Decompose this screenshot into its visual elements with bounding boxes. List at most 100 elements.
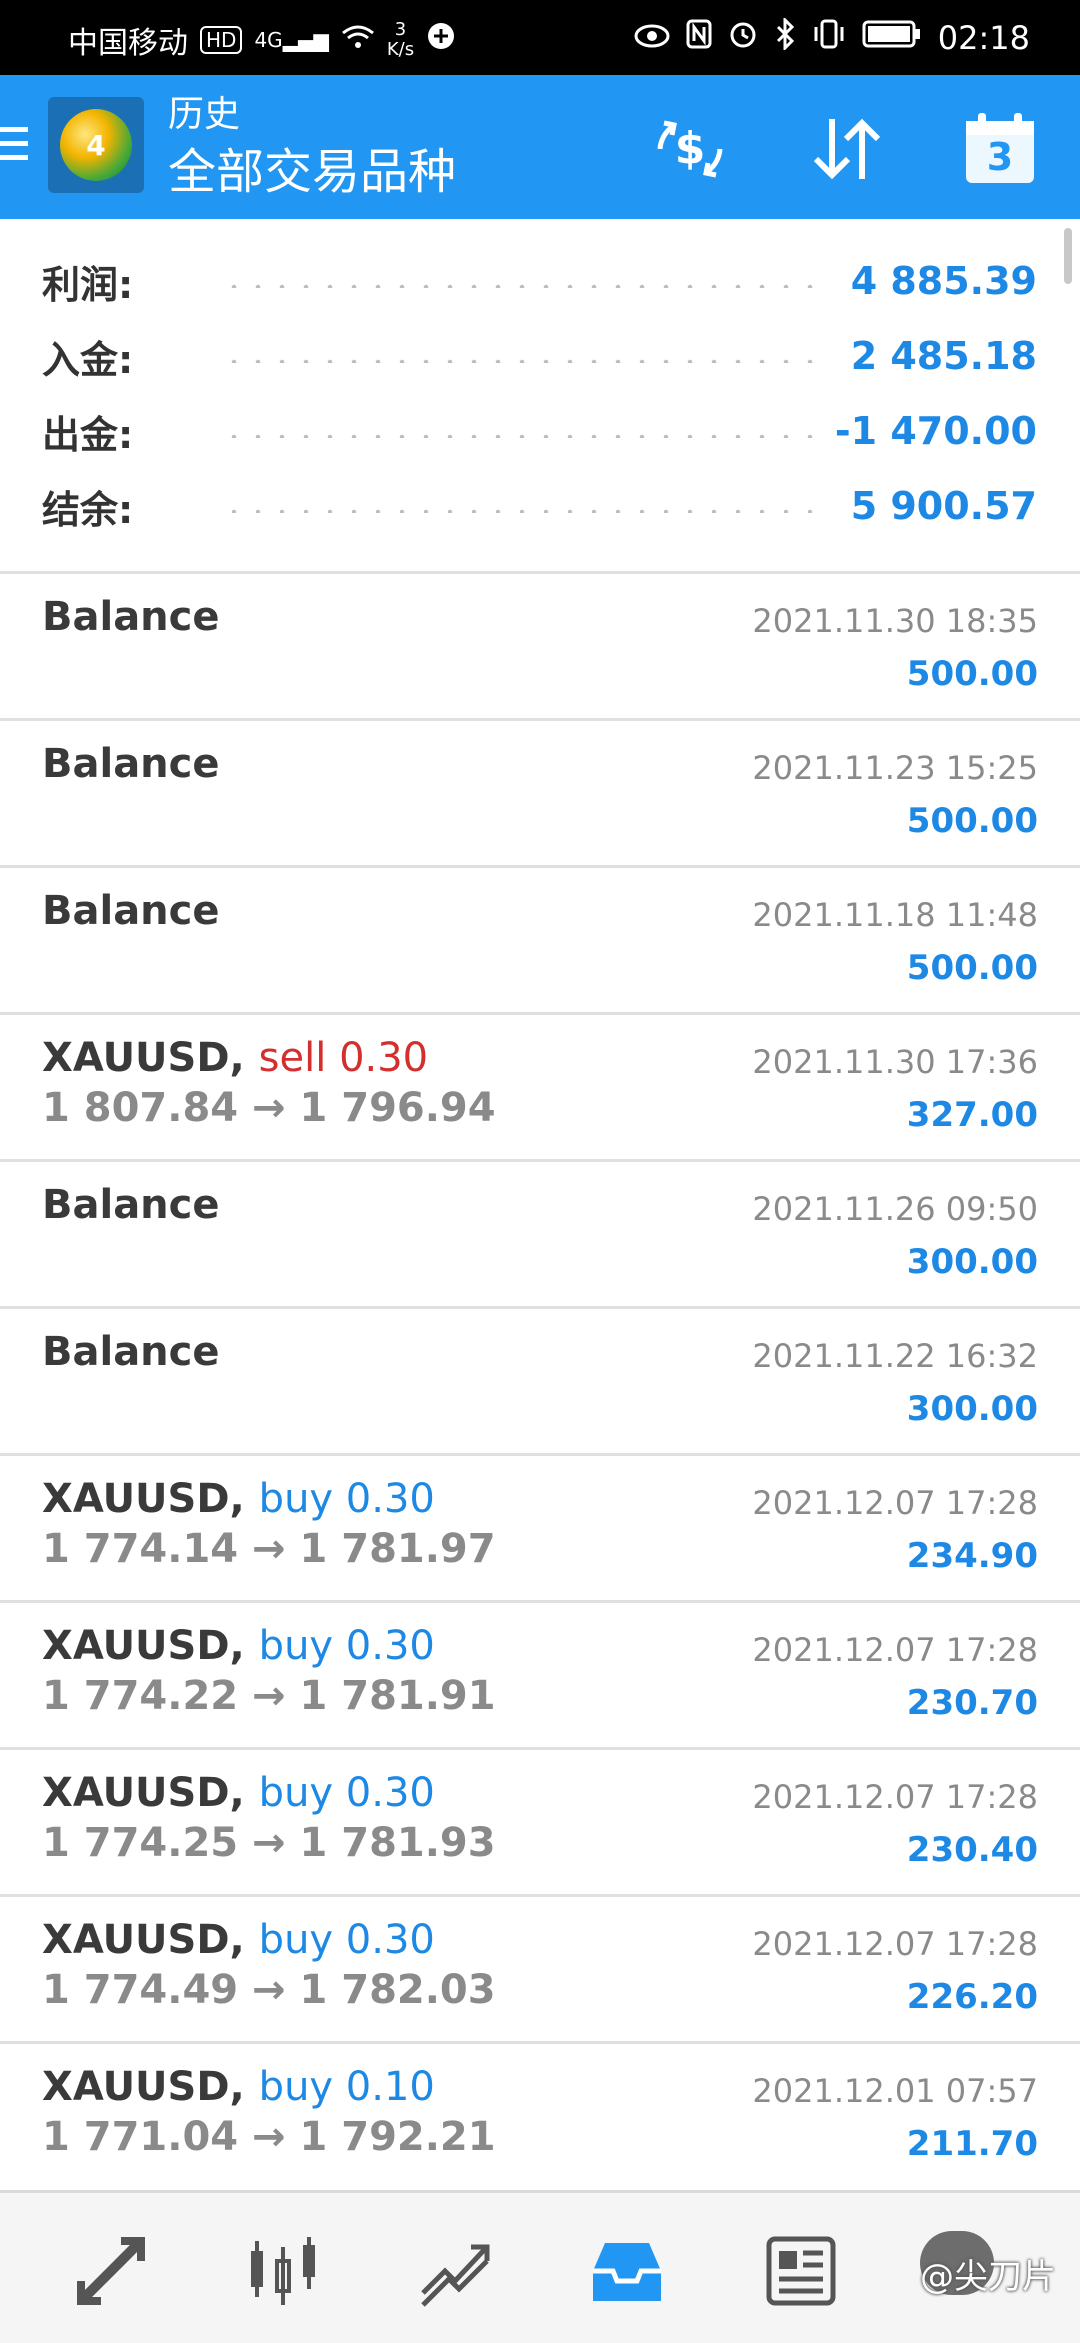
- deal-amount: 500.00: [906, 654, 1038, 694]
- bluetooth-icon: [774, 16, 796, 58]
- nav-trade[interactable]: [410, 2231, 500, 2311]
- deal-date: 2021.11.18 11:48: [752, 896, 1038, 934]
- deal-amount: 327.00: [906, 1095, 1038, 1135]
- deal-symbol: Balance: [42, 1329, 220, 1375]
- page-title: 历史: [168, 94, 241, 135]
- eye-icon: [634, 21, 670, 56]
- status-bar: 中国移动 HD 4G▂▄▆ 3 K/s 02:18: [0, 0, 1080, 75]
- deal-prices: 1 774.49 → 1 782.03: [42, 1967, 496, 2013]
- deal-amount: 230.40: [906, 1830, 1038, 1870]
- wifi-icon: [341, 23, 375, 58]
- deal-date: 2021.11.26 09:50: [752, 1190, 1038, 1228]
- nfc-icon: [686, 19, 712, 57]
- history-icon: [593, 2243, 661, 2301]
- nav-history[interactable]: [582, 2231, 672, 2311]
- nav-quotes[interactable]: [66, 2231, 156, 2311]
- deal-side: buy 0.30: [258, 1917, 435, 1963]
- deal-row[interactable]: XAUUSD, buy 0.30 1 774.49 → 1 782.03 202…: [0, 1894, 1080, 2041]
- deal-amount: 300.00: [906, 1389, 1038, 1429]
- dotted-leader: [222, 434, 815, 438]
- summary-value: 4 885.39: [850, 259, 1037, 303]
- deal-side: buy 0.30: [258, 1623, 435, 1669]
- summary-row-deposit: 入金: 2 485.18: [42, 326, 1037, 386]
- dotted-leader: [222, 284, 831, 288]
- deal-symbol: Balance: [42, 1182, 220, 1228]
- deal-symbol: XAUUSD,: [42, 1035, 245, 1081]
- deal-row[interactable]: XAUUSD, sell 0.30 1 807.84 → 1 796.94 20…: [0, 1012, 1080, 1159]
- scrollbar[interactable]: [1064, 228, 1072, 284]
- deal-row[interactable]: Balance 2021.11.26 09:50 300.00: [0, 1159, 1080, 1306]
- signal-icon: 4G▂▄▆: [254, 28, 329, 52]
- deal-side: sell 0.30: [258, 1035, 429, 1081]
- dotted-leader: [222, 509, 831, 513]
- network-speed: 3 K/s: [387, 20, 414, 60]
- speed-value: 3: [394, 19, 407, 40]
- deal-row[interactable]: Balance 2021.11.30 18:35 500.00: [0, 571, 1080, 718]
- deal-amount: 226.20: [906, 1977, 1038, 2017]
- currency-exchange-icon: $: [657, 120, 723, 178]
- summary-label: 出金:: [42, 412, 134, 457]
- summary-value: 5 900.57: [850, 484, 1037, 528]
- deal-prices: 1 774.25 → 1 781.93: [42, 1820, 496, 1866]
- deal-symbol: Balance: [42, 741, 220, 787]
- deal-symbol: XAUUSD,: [42, 1770, 245, 1816]
- nav-news[interactable]: [756, 2231, 846, 2311]
- deal-title: Balance: [42, 888, 220, 934]
- deal-symbol: XAUUSD,: [42, 2064, 245, 2110]
- symbol-filter[interactable]: 全部交易品种: [168, 143, 456, 201]
- deal-symbol: XAUUSD,: [42, 1623, 245, 1669]
- deal-date: 2021.12.01 07:57: [752, 2072, 1038, 2110]
- deal-symbol: Balance: [42, 888, 220, 934]
- deal-symbol: Balance: [42, 594, 220, 640]
- chart-icon: [251, 2237, 315, 2305]
- calendar-button[interactable]: 3: [960, 109, 1040, 189]
- deal-date: 2021.11.22 16:32: [752, 1337, 1038, 1375]
- hamburger-menu-icon[interactable]: [0, 127, 28, 167]
- deal-row[interactable]: XAUUSD, buy 0.30 1 774.14 → 1 781.97 202…: [0, 1453, 1080, 1600]
- deal-title: XAUUSD, buy 0.30: [42, 1770, 435, 1816]
- deal-row[interactable]: Balance 2021.11.23 15:25 500.00: [0, 718, 1080, 865]
- carrier-name: 中国移动: [68, 26, 188, 61]
- speed-unit: K/s: [386, 39, 415, 60]
- deal-amount: 230.70: [906, 1683, 1038, 1723]
- deal-prices: 1 771.04 → 1 792.21: [42, 2114, 496, 2160]
- logo-number: 4: [86, 128, 106, 162]
- svg-text:$: $: [675, 123, 706, 174]
- deal-row[interactable]: XAUUSD, buy 0.10 1 771.04 → 1 792.21 202…: [0, 2041, 1080, 2188]
- watermark: @尖刀片: [920, 2257, 1056, 2297]
- vpn-icon: [426, 21, 456, 59]
- deal-row[interactable]: XAUUSD, buy 0.30 1 774.22 → 1 781.91 202…: [0, 1600, 1080, 1747]
- deal-title: XAUUSD, buy 0.10: [42, 2064, 435, 2110]
- nav-chart[interactable]: [238, 2231, 328, 2311]
- sort-button[interactable]: [806, 109, 886, 189]
- deal-date: 2021.11.30 17:36: [752, 1043, 1038, 1081]
- deposit-filter-button[interactable]: $: [650, 109, 730, 189]
- deal-row[interactable]: Balance 2021.11.22 16:32 300.00: [0, 1306, 1080, 1453]
- deal-date: 2021.12.07 17:28: [752, 1631, 1038, 1669]
- deal-title: Balance: [42, 1182, 220, 1228]
- deal-prices: 1 774.22 → 1 781.91: [42, 1673, 496, 1719]
- deal-title: XAUUSD, buy 0.30: [42, 1623, 435, 1669]
- network-type: 4G: [254, 28, 283, 52]
- vibrate-icon: [812, 19, 846, 57]
- status-right: 02:18: [634, 16, 1030, 58]
- deal-prices: 1 807.84 → 1 796.94: [42, 1085, 496, 1131]
- bottom-navigation: @尖刀片: [0, 2190, 1080, 2343]
- deal-date: 2021.12.07 17:28: [752, 1778, 1038, 1816]
- trade-icon: [421, 2244, 490, 2307]
- deal-amount: 234.90: [906, 1536, 1038, 1576]
- deal-list: Balance 2021.11.30 18:35 500.00 Balance …: [0, 571, 1080, 2188]
- deal-title: Balance: [42, 1329, 220, 1375]
- sort-arrows-icon: [813, 118, 881, 180]
- deal-row[interactable]: XAUUSD, buy 0.30 1 774.25 → 1 781.93 202…: [0, 1747, 1080, 1894]
- app-logo: 4: [48, 97, 144, 193]
- summary-value: -1 470.00: [834, 409, 1037, 453]
- deal-title: XAUUSD, buy 0.30: [42, 1917, 435, 1963]
- deal-prices: 1 774.14 → 1 781.97: [42, 1526, 496, 1572]
- summary-value: 2 485.18: [850, 334, 1037, 378]
- deal-amount: 500.00: [906, 801, 1038, 841]
- deal-date: 2021.11.23 15:25: [752, 749, 1038, 787]
- summary-label: 结余:: [42, 487, 134, 532]
- clock: 02:18: [937, 19, 1030, 57]
- deal-row[interactable]: Balance 2021.11.18 11:48 500.00: [0, 865, 1080, 1012]
